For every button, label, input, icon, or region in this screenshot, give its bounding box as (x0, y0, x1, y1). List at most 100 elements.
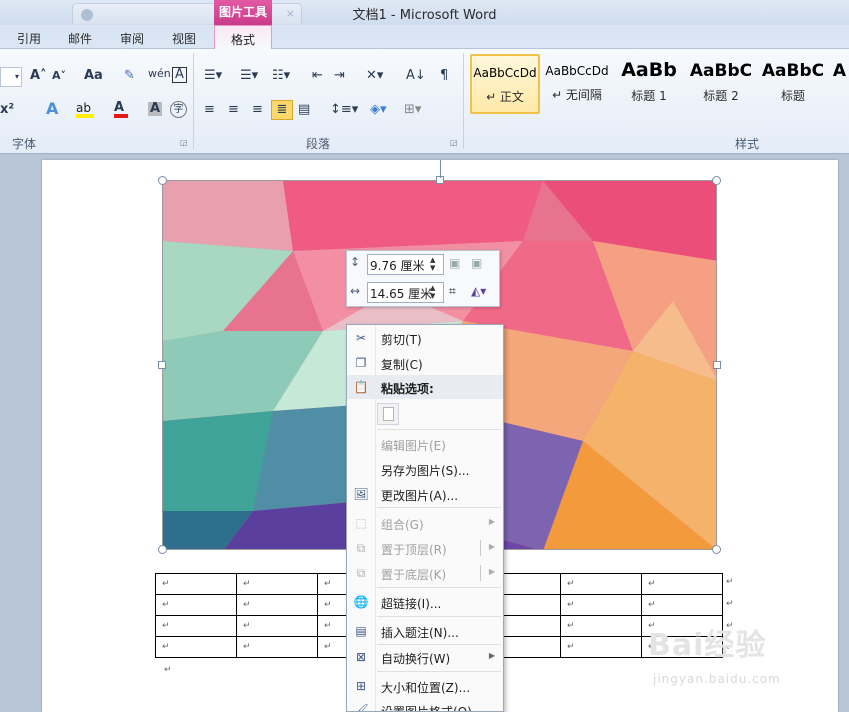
table-cell[interactable]: ↵ (155, 615, 237, 637)
superscript-icon[interactable]: x² (0, 101, 14, 119)
group-icon: ⬚ (355, 516, 367, 530)
table-cell[interactable]: ↵ (236, 594, 318, 616)
table-cell[interactable]: ↵ (236, 615, 318, 637)
row-end-mark: ↵ (726, 599, 734, 609)
tab-references[interactable]: 引用 (17, 30, 41, 47)
menu-item-send-to-back[interactable]: ⧉ 置于底层(K) ▶ (347, 561, 503, 585)
table-cell[interactable]: ↵ (560, 573, 642, 595)
chinese-layout-icon[interactable]: ✕▾ (366, 67, 383, 85)
style-subtitle[interactable]: A (830, 54, 849, 114)
bring-forward-icon[interactable]: ▣ (449, 256, 460, 270)
dialog-launcher-icon[interactable]: ◲ (450, 138, 458, 147)
menu-item-copy[interactable]: ❐ 复制(C) (347, 351, 503, 375)
style-heading-1[interactable]: AaBb 标题 1 (614, 54, 684, 114)
ribbon: ▾ A˄ A˅ Aa ✎ wén A x² A ab A A 字 字体 ◲ ☰▾… (0, 49, 849, 154)
shape-fill-icon[interactable]: ◭▾ (471, 284, 486, 298)
table-cell[interactable]: ↵ (560, 594, 642, 616)
tab-format[interactable]: 格式 (214, 25, 272, 50)
menu-item-size-position[interactable]: ⊞ 大小和位置(Z)... (347, 674, 503, 698)
table-cell[interactable]: ↵ (641, 594, 723, 616)
font-color-icon[interactable]: A (114, 99, 128, 118)
menu-item-format-picture[interactable]: 🖌 设置图片格式(O)... (347, 698, 503, 712)
menu-item-bring-to-front[interactable]: ⧉ 置于顶层(R) ▶ (347, 536, 503, 560)
shading-icon[interactable]: ◈▾ (370, 101, 387, 119)
resize-handle[interactable] (158, 361, 166, 369)
paste-keep-source-button[interactable] (377, 403, 399, 425)
align-left-icon[interactable]: ≡ (204, 101, 215, 119)
phonetic-guide-icon[interactable]: wén (148, 65, 171, 83)
tab-review[interactable]: 审阅 (120, 30, 144, 47)
align-center-icon[interactable]: ≡ (228, 101, 239, 119)
menu-item-save-as-picture[interactable]: 另存为图片(S)... (347, 457, 503, 481)
resize-handle[interactable] (712, 545, 721, 554)
table-cell[interactable]: ↵ (236, 636, 318, 658)
resize-handle[interactable] (158, 176, 167, 185)
size-position-icon: ⊞ (355, 679, 367, 693)
style-no-spacing[interactable]: AaBbCcDd ↵ 无间隔 (542, 54, 612, 114)
menu-item-label: 剪切(T) (381, 333, 422, 347)
text-effects-icon[interactable]: A (46, 100, 58, 118)
grow-font-icon[interactable]: A˄ (30, 67, 47, 85)
send-backward-icon[interactable]: ▣ (471, 256, 482, 270)
tab-mailings[interactable]: 邮件 (68, 30, 92, 47)
borders-icon[interactable]: ⊞▾ (404, 101, 421, 119)
table-cell[interactable]: ↵ (155, 573, 237, 595)
resize-handle[interactable] (712, 176, 721, 185)
table-cell[interactable]: ↵ (155, 594, 237, 616)
paragraph-mark: ↵ (164, 665, 172, 675)
table-cell[interactable]: ↵ (560, 615, 642, 637)
resize-handle[interactable] (713, 361, 721, 369)
menu-item-cut[interactable]: ✂ 剪切(T) (347, 326, 503, 350)
increase-indent-icon[interactable]: ⇥ (334, 67, 345, 85)
width-spinner[interactable]: ▲ ▼ (430, 284, 435, 300)
menu-item-insert-caption[interactable]: ▤ 插入题注(N)... (347, 619, 503, 643)
menu-item-edit-picture[interactable]: 编辑图片(E) (347, 432, 503, 456)
sort-icon[interactable]: A↓ (406, 67, 426, 85)
style-sample: A (832, 61, 847, 81)
style-title[interactable]: AaBbC 标题 (758, 54, 828, 114)
height-spinner[interactable]: ▲ ▼ (430, 256, 435, 272)
style-name: 标题 (780, 89, 805, 103)
copy-icon: ❐ (355, 356, 367, 370)
change-case-icon[interactable]: Aa (84, 67, 103, 85)
char-border-icon[interactable]: A (172, 67, 187, 83)
dialog-launcher-icon[interactable]: ◲ (180, 138, 188, 147)
enclose-char-icon[interactable]: 字 (170, 101, 187, 118)
menu-item-group[interactable]: ⬚ 组合(G) ▶ (347, 511, 503, 535)
shrink-font-icon[interactable]: A˅ (52, 67, 66, 85)
show-marks-icon[interactable]: ¶ (440, 67, 448, 85)
styles-group-label: 样式 (735, 137, 760, 151)
group-separator (463, 53, 464, 149)
menu-item-paste-options: 📋 粘贴选项: (347, 375, 503, 399)
style-normal[interactable]: AaBbCcDd ↵ 正文 (470, 54, 540, 114)
highlight-icon[interactable]: ab (76, 99, 94, 118)
distributed-icon[interactable]: ▤ (298, 101, 310, 119)
menu-item-wrap-text[interactable]: ⊠ 自动换行(W) ▶ (347, 645, 503, 669)
bullets-icon[interactable]: ☰▾ (204, 67, 222, 85)
title-bar: × 文档1 - Microsoft Word 图片工具 (0, 0, 849, 25)
submenu-arrow-icon: ▶ (488, 542, 495, 551)
style-sample: AaBbC (761, 61, 825, 81)
multilevel-list-icon[interactable]: ☷▾ (272, 67, 290, 85)
char-shading-icon[interactable]: A (148, 102, 163, 116)
numbering-icon[interactable]: ☰▾ (240, 67, 258, 85)
bring-front-icon: ⧉ (356, 541, 366, 555)
tab-view[interactable]: 视图 (172, 30, 196, 47)
align-right-icon[interactable]: ≡ (252, 101, 263, 119)
justify-icon[interactable]: ≣ (271, 100, 293, 120)
table-cell[interactable]: ↵ (155, 636, 237, 658)
table-cell[interactable]: ↵ (641, 573, 723, 595)
menu-item-hyperlink[interactable]: 🌐 超链接(I)... (347, 590, 503, 614)
font-size-dropdown[interactable]: ▾ (0, 67, 22, 87)
menu-item-label: 设置图片格式(O)... (381, 705, 484, 712)
table-cell[interactable]: ↵ (236, 573, 318, 595)
style-heading-2[interactable]: AaBbC 标题 2 (686, 54, 756, 114)
line-spacing-icon[interactable]: ↕≡▾ (330, 101, 358, 119)
menu-item-change-picture[interactable]: 🖼 更改图片(A)... (347, 482, 503, 506)
resize-handle[interactable] (158, 545, 167, 554)
decrease-indent-icon[interactable]: ⇤ (312, 67, 323, 85)
crop-icon[interactable]: ⌗ (449, 284, 456, 299)
send-back-icon: ⧉ (356, 566, 366, 580)
table-cell[interactable]: ↵ (560, 636, 642, 658)
clear-format-icon[interactable]: ✎ (124, 67, 135, 85)
